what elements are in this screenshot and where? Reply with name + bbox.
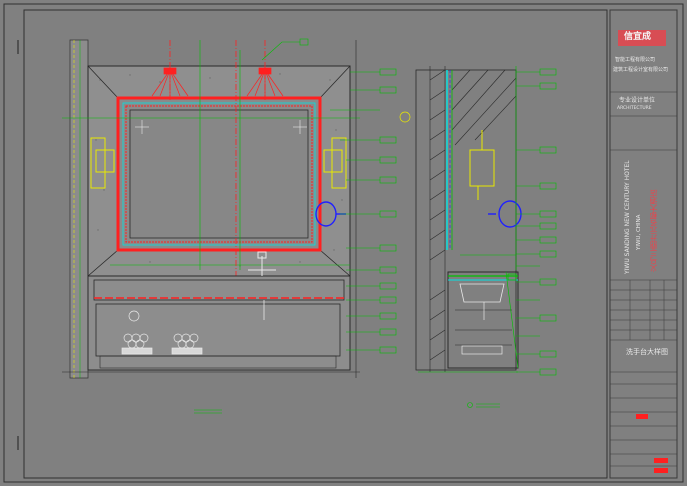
side-section-title-marker	[467, 402, 500, 408]
title-block	[609, 9, 678, 479]
front-elevation	[62, 38, 411, 414]
company-logo-text: 信宜成	[624, 32, 652, 42]
project-chinese-name: 义乌三鼎开元名都大酒店	[649, 189, 658, 273]
mirror-glass	[129, 109, 309, 239]
sconce-side	[469, 130, 495, 200]
company-line-2: 建筑工程设计室有限公司	[613, 67, 669, 73]
front-elevation-title-marker	[194, 409, 222, 414]
project-english-line-2: YIWU, CHINA	[636, 214, 642, 250]
drawing-title: 洗手台大样图	[626, 348, 668, 356]
side-section	[415, 66, 557, 408]
section-sublabel: ARCHITECTURE	[617, 106, 652, 111]
section-label: 专业设计单位	[619, 97, 656, 104]
project-english-line-1: YIWU SANDING NEW CENTURY HOTEL	[624, 160, 631, 274]
company-line-1: 智能工程有限公司	[615, 57, 656, 63]
basin-section	[459, 283, 505, 303]
cad-drawing-sheet	[3, 3, 684, 483]
side-leaders	[516, 71, 540, 373]
